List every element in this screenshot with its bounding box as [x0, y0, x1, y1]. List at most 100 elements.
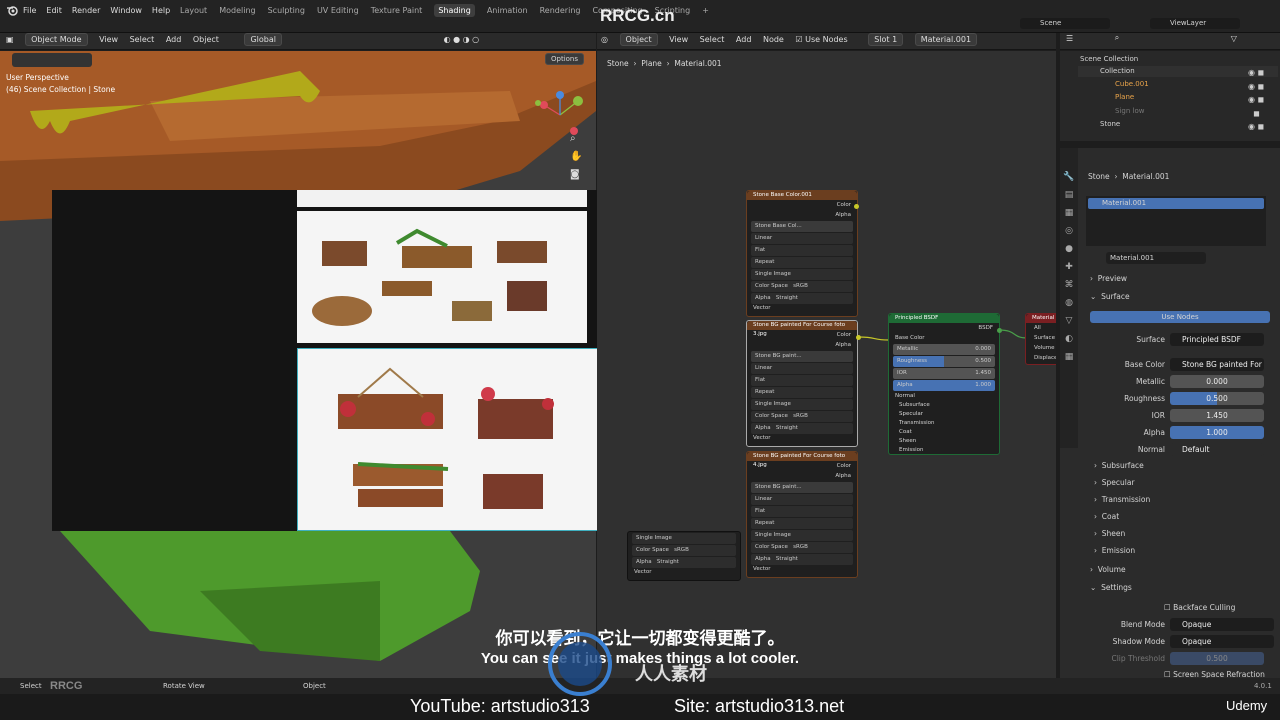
subpanel-sheen[interactable]: › Sheen — [1060, 526, 1280, 542]
section-coat[interactable]: Coat — [889, 428, 999, 437]
options-button[interactable]: Options — [545, 53, 585, 65]
extension-row[interactable]: Repeat — [751, 387, 853, 398]
outliner-editor-icon[interactable]: ☰ — [1066, 34, 1073, 43]
panel-settings[interactable]: ⌄ Settings — [1060, 580, 1280, 596]
outliner-item-plane[interactable]: Plane — [1115, 93, 1134, 101]
material-dropdown[interactable]: Material.001 — [914, 33, 978, 46]
tab-texture-paint[interactable]: Texture Paint — [371, 6, 423, 15]
prop-breadcrumb-material[interactable]: Material.001 — [1122, 172, 1169, 181]
viewport-menu-select[interactable]: Select — [130, 35, 155, 44]
subpanel-emission[interactable]: › Emission — [1060, 543, 1280, 559]
subpanel-coat[interactable]: › Coat — [1060, 509, 1280, 525]
navigation-gizmo[interactable] — [532, 87, 588, 147]
subpanel-specular[interactable]: › Specular — [1060, 475, 1280, 491]
image-texture-node-2[interactable]: Stone BG painted For Course foto 3.jpg C… — [746, 320, 858, 447]
color-space-row[interactable]: Color Space sRGB — [751, 411, 853, 422]
menu-edit[interactable]: Edit — [46, 6, 62, 15]
image-selector[interactable]: Stone BG paint... — [751, 482, 853, 493]
principled-bsdf-node[interactable]: Principled BSDF BSDF Base Color Metallic… — [888, 313, 1000, 455]
outliner-item-cube[interactable]: Cube.001 — [1115, 80, 1149, 88]
roughness-slider[interactable]: Roughness 0.500 — [893, 356, 995, 367]
node-menu-select[interactable]: Select — [700, 35, 725, 44]
image-texture-node-1[interactable]: Stone Base Color.001 Color Alpha Stone B… — [746, 190, 858, 317]
alpha-mode-row[interactable]: Alpha Straight — [751, 423, 853, 434]
orientation-dropdown[interactable]: Global — [244, 33, 283, 46]
panel-surface[interactable]: ⌄ Surface — [1060, 289, 1280, 305]
projection-row[interactable]: Flat — [751, 245, 853, 256]
tab-layout[interactable]: Layout — [180, 6, 207, 15]
backface-culling-row[interactable]: ☐ Backface Culling — [1060, 600, 1280, 616]
add-workspace-icon[interactable]: + — [702, 6, 709, 15]
node-menu-view[interactable]: View — [669, 35, 688, 44]
subpanel-transmission[interactable]: › Transmission — [1060, 492, 1280, 508]
use-nodes-checkbox[interactable]: ☑ Use Nodes — [795, 35, 856, 44]
section-sheen[interactable]: Sheen — [889, 437, 999, 446]
interpolation-row[interactable]: Linear — [751, 233, 853, 244]
target-all[interactable]: All — [1026, 323, 1056, 333]
material-output-node[interactable]: Material All Surface Volume Displacem — [1025, 313, 1056, 365]
object-type-dropdown[interactable]: Object — [619, 33, 658, 46]
color-socket-linked[interactable] — [856, 335, 861, 340]
outliner-item-sign-low[interactable]: Sign low — [1115, 107, 1144, 115]
material-slot-item[interactable]: Material.001 — [1088, 198, 1264, 209]
color-space-row[interactable]: Color Space sRGB — [751, 542, 853, 553]
material-name-field[interactable]: Material.001 — [1106, 252, 1206, 264]
alpha-mode-row[interactable]: Alpha Straight — [751, 554, 853, 565]
node-editor[interactable]: Stone › Plane › Material.001 Single Imag… — [597, 51, 1056, 678]
image-selector[interactable]: Stone Base Col... — [751, 221, 853, 232]
tab-rendering[interactable]: Rendering — [540, 6, 581, 15]
color-space-row[interactable]: Color Space sRGB — [632, 545, 736, 556]
tab-sculpting[interactable]: Sculpting — [268, 6, 305, 15]
alpha-mode-row[interactable]: Alpha Straight — [751, 293, 853, 304]
tab-modeling[interactable]: Modeling — [219, 6, 255, 15]
alpha-slider[interactable]: Alpha 1.000 — [893, 380, 995, 391]
pan-hand-icon[interactable]: ✋ — [570, 151, 582, 162]
menu-help[interactable]: Help — [152, 6, 170, 15]
tab-animation[interactable]: Animation — [487, 6, 528, 15]
ior-field[interactable]: 1.450 — [1170, 409, 1264, 422]
scene-selector[interactable]: Scene — [1020, 18, 1110, 29]
image-texture-node-3[interactable]: Stone BG painted For Course foto 4.jpg C… — [746, 451, 858, 578]
use-nodes-button[interactable]: Use Nodes — [1090, 311, 1270, 323]
color-socket[interactable] — [854, 204, 859, 209]
shading-modes[interactable]: ◐ ● ◑ ○ — [444, 35, 480, 44]
interpolation-row[interactable]: Linear — [751, 363, 853, 374]
extension-row[interactable]: Repeat — [751, 518, 853, 529]
section-specular[interactable]: Specular — [889, 410, 999, 419]
editor-type-icon[interactable]: ▣ — [6, 35, 14, 44]
section-emission[interactable]: Emission — [889, 446, 999, 455]
alpha-field[interactable]: 1.000 — [1170, 426, 1264, 439]
viewport-menu-add[interactable]: Add — [166, 35, 182, 44]
image-selector[interactable]: Stone BG paint... — [751, 351, 853, 362]
outliner[interactable]: Scene Collection Collection Cube.001 Pla… — [1060, 51, 1280, 141]
metallic-slider[interactable]: Metallic 0.000 — [893, 344, 995, 355]
slot-dropdown[interactable]: Slot 1 — [868, 33, 904, 46]
menu-file[interactable]: File — [23, 6, 36, 15]
menu-window[interactable]: Window — [110, 6, 142, 15]
view-layer-selector[interactable]: ViewLayer — [1150, 18, 1240, 29]
panel-preview[interactable]: › Preview — [1060, 271, 1280, 287]
interpolation-row[interactable]: Linear — [751, 494, 853, 505]
section-transmission[interactable]: Transmission — [889, 419, 999, 428]
projection-row[interactable]: Flat — [751, 375, 853, 386]
bsdf-output-socket[interactable] — [997, 328, 1002, 333]
section-subsurface[interactable]: Subsurface — [889, 401, 999, 410]
extension-row[interactable]: Repeat — [751, 257, 853, 268]
viewport-menu-object[interactable]: Object — [193, 35, 219, 44]
search-icon[interactable]: ⌕ — [1115, 33, 1119, 43]
roughness-field[interactable]: 0.500 — [1170, 392, 1264, 405]
prop-breadcrumb-stone[interactable]: Stone — [1088, 172, 1110, 181]
node-editor-type-icon[interactable]: ◎ — [601, 35, 608, 44]
tool-selector[interactable] — [12, 53, 92, 67]
visibility-toggles[interactable]: ◉ ◼ ◉ ◼ ◉ ◼ ◼ ◉ ◼ — [1248, 66, 1264, 134]
viewport-menu-view[interactable]: View — [99, 35, 118, 44]
alpha-row[interactable]: Alpha Straight — [632, 557, 736, 568]
outliner-root[interactable]: Scene Collection — [1080, 55, 1138, 63]
source-row[interactable]: Single Image — [751, 269, 853, 280]
material-slot-list[interactable]: Material.001 — [1086, 196, 1266, 246]
ior-slider[interactable]: IOR 1.450 — [893, 368, 995, 379]
surface-shader-field[interactable]: Principled BSDF — [1170, 333, 1264, 346]
normal-field[interactable]: Default — [1170, 443, 1264, 456]
node-menu-add[interactable]: Add — [736, 35, 752, 44]
metallic-field[interactable]: 0.000 — [1170, 375, 1264, 388]
